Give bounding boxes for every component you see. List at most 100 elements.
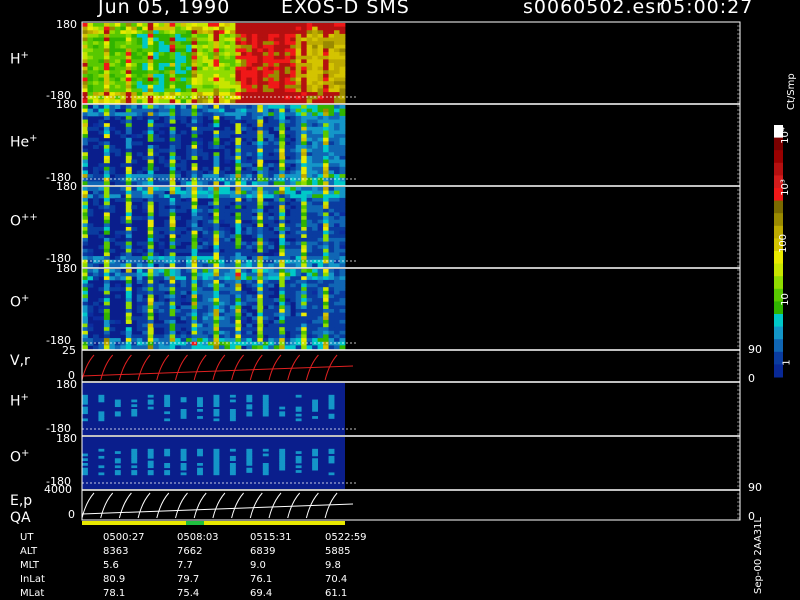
heat-cell bbox=[257, 30, 264, 35]
heat-cell bbox=[208, 177, 214, 182]
heat-cell bbox=[153, 145, 160, 150]
heat-cell bbox=[273, 276, 280, 281]
heat-cell bbox=[268, 59, 275, 64]
heat-cell bbox=[235, 287, 242, 292]
heat-cell bbox=[306, 77, 313, 82]
heat-cell bbox=[131, 259, 138, 264]
heat-cell bbox=[175, 66, 182, 71]
heat-cell bbox=[235, 208, 242, 213]
heat-cell bbox=[87, 63, 94, 68]
heat-cell bbox=[306, 137, 313, 142]
heat-cell bbox=[191, 201, 198, 206]
heat-cell bbox=[268, 77, 275, 82]
heat-cell bbox=[290, 108, 297, 113]
heat-cell bbox=[186, 248, 192, 253]
heat-cell bbox=[290, 219, 297, 224]
heat-cell bbox=[131, 205, 138, 210]
heat-cell bbox=[197, 119, 203, 124]
heat-cell bbox=[279, 448, 286, 452]
heat-cell bbox=[164, 181, 171, 186]
heat-cell bbox=[153, 134, 160, 139]
heat-cell bbox=[229, 465, 236, 469]
heat-cell bbox=[317, 177, 324, 182]
heat-cell bbox=[279, 272, 286, 277]
heat-cell bbox=[147, 66, 154, 71]
heat-cell bbox=[251, 341, 258, 346]
heat-cell bbox=[235, 66, 242, 71]
heat-cell bbox=[120, 95, 127, 100]
heat-cell bbox=[98, 141, 105, 146]
heat-cell bbox=[273, 55, 280, 60]
heat-cell bbox=[334, 115, 340, 120]
heat-cell bbox=[114, 33, 121, 38]
heat-cell bbox=[213, 201, 220, 206]
heat-cell bbox=[175, 287, 182, 292]
heat-cell bbox=[169, 276, 176, 281]
heat-cell bbox=[295, 256, 302, 261]
heat-cell bbox=[301, 41, 308, 46]
heat-cell bbox=[312, 283, 319, 288]
heat-cell bbox=[213, 227, 220, 232]
heat-cell bbox=[262, 327, 269, 332]
heat-cell bbox=[213, 108, 220, 113]
heat-cell bbox=[136, 55, 143, 60]
heat-cell bbox=[169, 70, 176, 75]
heat-cell bbox=[328, 205, 335, 210]
heat-cell bbox=[125, 44, 132, 49]
heat-cell bbox=[114, 269, 121, 274]
heat-cell bbox=[153, 177, 160, 182]
heat-cell bbox=[180, 166, 187, 171]
heat-cell bbox=[186, 323, 192, 328]
heat-cell bbox=[208, 126, 214, 131]
heat-cell bbox=[317, 84, 324, 89]
heat-cell bbox=[175, 99, 182, 104]
heat-cell bbox=[273, 279, 280, 284]
heat-cell bbox=[240, 309, 247, 314]
heat-cell bbox=[273, 341, 280, 346]
heat-cell bbox=[169, 99, 176, 104]
heat-cell bbox=[103, 327, 110, 332]
heat-cell bbox=[279, 152, 286, 157]
heat-cell bbox=[153, 55, 160, 60]
heat-cell bbox=[328, 305, 335, 310]
heat-cell bbox=[202, 345, 209, 350]
heat-cell bbox=[213, 334, 220, 339]
heat-cell bbox=[317, 148, 324, 153]
heat-cell bbox=[136, 115, 143, 120]
heat-cell bbox=[175, 26, 182, 31]
heat-cell bbox=[273, 190, 280, 195]
heat-cell bbox=[180, 77, 187, 82]
heat-cell bbox=[158, 88, 165, 93]
heat-cell bbox=[180, 259, 187, 264]
heat-cell bbox=[169, 95, 176, 100]
heat-cell bbox=[103, 115, 110, 120]
table-cell: 5885 bbox=[325, 546, 351, 557]
heat-cell bbox=[120, 59, 127, 64]
heat-cell bbox=[98, 99, 105, 104]
heat-cell bbox=[136, 241, 143, 246]
heat-cell bbox=[312, 112, 319, 117]
heat-cell bbox=[131, 73, 138, 78]
heat-cell bbox=[328, 334, 335, 339]
heat-cell bbox=[279, 283, 286, 288]
heat-cell bbox=[218, 259, 225, 264]
heat-cell bbox=[125, 194, 132, 199]
heat-cell bbox=[284, 95, 291, 100]
heat-cell bbox=[323, 166, 329, 171]
heat-cell bbox=[257, 283, 264, 288]
heat-cell bbox=[262, 290, 269, 295]
heat-cell bbox=[158, 84, 165, 89]
heat-cell bbox=[257, 41, 264, 46]
heat-cell bbox=[186, 123, 192, 128]
heat-cell bbox=[306, 99, 313, 104]
heat-cell bbox=[125, 37, 132, 42]
heat-cell bbox=[312, 108, 319, 113]
heat-cell bbox=[246, 201, 253, 206]
heat-cell bbox=[180, 338, 187, 343]
heat-cell bbox=[257, 316, 264, 321]
heat-cell bbox=[202, 319, 209, 324]
heat-cell bbox=[312, 95, 319, 100]
heat-cell bbox=[279, 52, 286, 57]
heat-cell bbox=[180, 448, 187, 452]
heat-cell bbox=[268, 174, 275, 179]
